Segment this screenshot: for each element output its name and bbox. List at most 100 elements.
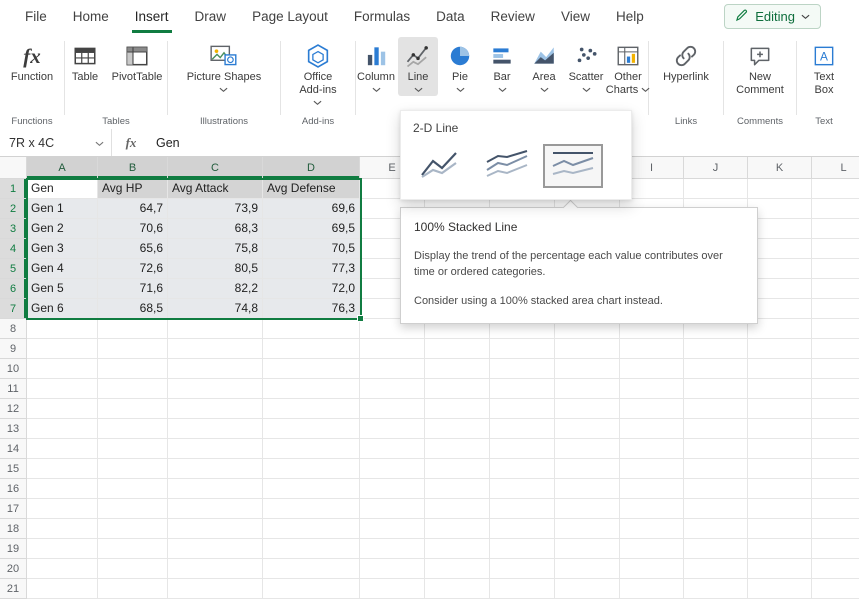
cell-D12[interactable] xyxy=(263,399,360,419)
cell-A11[interactable] xyxy=(27,379,98,399)
row-header-6[interactable]: 6 xyxy=(0,279,27,299)
cell-I15[interactable] xyxy=(620,459,684,479)
pivottable-button[interactable]: PivotTable xyxy=(107,37,167,86)
cell-G17[interactable] xyxy=(490,499,555,519)
cell-F20[interactable] xyxy=(425,559,490,579)
cell-I18[interactable] xyxy=(620,519,684,539)
tab-data[interactable]: Data xyxy=(423,0,478,33)
cell-B10[interactable] xyxy=(98,359,168,379)
cell-I9[interactable] xyxy=(620,339,684,359)
cell-D6[interactable]: 72,0 xyxy=(263,279,360,299)
cell-B15[interactable] xyxy=(98,459,168,479)
row-header-15[interactable]: 15 xyxy=(0,459,27,479)
cell-D11[interactable] xyxy=(263,379,360,399)
cell-I13[interactable] xyxy=(620,419,684,439)
cell-G19[interactable] xyxy=(490,539,555,559)
cell-D8[interactable] xyxy=(263,319,360,339)
cell-K19[interactable] xyxy=(748,539,812,559)
cell-A21[interactable] xyxy=(27,579,98,599)
cell-D4[interactable]: 70,5 xyxy=(263,239,360,259)
cell-L20[interactable] xyxy=(812,559,859,579)
cell-A18[interactable] xyxy=(27,519,98,539)
cell-F13[interactable] xyxy=(425,419,490,439)
row-header-2[interactable]: 2 xyxy=(0,199,27,219)
row-header-9[interactable]: 9 xyxy=(0,339,27,359)
cell-D1[interactable]: Avg Defense xyxy=(263,179,360,199)
cell-E15[interactable] xyxy=(360,459,425,479)
cell-D21[interactable] xyxy=(263,579,360,599)
tab-home[interactable]: Home xyxy=(60,0,122,33)
cell-J14[interactable] xyxy=(684,439,748,459)
cell-H12[interactable] xyxy=(555,399,620,419)
cell-G15[interactable] xyxy=(490,459,555,479)
row-header-7[interactable]: 7 xyxy=(0,299,27,319)
cell-J9[interactable] xyxy=(684,339,748,359)
cell-K14[interactable] xyxy=(748,439,812,459)
row-header-20[interactable]: 20 xyxy=(0,559,27,579)
function-button[interactable]: fxFunction xyxy=(6,37,58,86)
col-header-K[interactable]: K xyxy=(748,157,812,179)
cell-D17[interactable] xyxy=(263,499,360,519)
cell-F9[interactable] xyxy=(425,339,490,359)
cell-B1[interactable]: Avg HP xyxy=(98,179,168,199)
cell-C21[interactable] xyxy=(168,579,263,599)
col-header-A[interactable]: A xyxy=(27,157,98,179)
cell-E9[interactable] xyxy=(360,339,425,359)
cell-K15[interactable] xyxy=(748,459,812,479)
col-header-L[interactable]: L xyxy=(812,157,859,179)
cell-H10[interactable] xyxy=(555,359,620,379)
cell-D10[interactable] xyxy=(263,359,360,379)
cell-D20[interactable] xyxy=(263,559,360,579)
cell-E20[interactable] xyxy=(360,559,425,579)
cell-H16[interactable] xyxy=(555,479,620,499)
cell-J18[interactable] xyxy=(684,519,748,539)
cell-A14[interactable] xyxy=(27,439,98,459)
cell-K1[interactable] xyxy=(748,179,812,199)
cell-A19[interactable] xyxy=(27,539,98,559)
cell-K20[interactable] xyxy=(748,559,812,579)
bar-chart-button[interactable]: Bar xyxy=(482,37,522,96)
cell-J19[interactable] xyxy=(684,539,748,559)
cell-G13[interactable] xyxy=(490,419,555,439)
cell-I21[interactable] xyxy=(620,579,684,599)
tab-review[interactable]: Review xyxy=(478,0,548,33)
row-header-3[interactable]: 3 xyxy=(0,219,27,239)
cell-A2[interactable]: Gen 1 xyxy=(27,199,98,219)
cell-A16[interactable] xyxy=(27,479,98,499)
col-header-D[interactable]: D xyxy=(263,157,360,179)
cell-B21[interactable] xyxy=(98,579,168,599)
cell-G10[interactable] xyxy=(490,359,555,379)
cell-H15[interactable] xyxy=(555,459,620,479)
cell-L15[interactable] xyxy=(812,459,859,479)
cell-C8[interactable] xyxy=(168,319,263,339)
cell-C15[interactable] xyxy=(168,459,263,479)
cell-C18[interactable] xyxy=(168,519,263,539)
cell-K13[interactable] xyxy=(748,419,812,439)
cell-B18[interactable] xyxy=(98,519,168,539)
cell-D15[interactable] xyxy=(263,459,360,479)
cell-K16[interactable] xyxy=(748,479,812,499)
office-add-ins-button[interactable]: OfficeAdd-ins xyxy=(294,37,341,109)
cell-C10[interactable] xyxy=(168,359,263,379)
fx-icon[interactable]: fx xyxy=(112,135,150,151)
col-header-C[interactable]: C xyxy=(168,157,263,179)
cell-E17[interactable] xyxy=(360,499,425,519)
cell-C12[interactable] xyxy=(168,399,263,419)
cell-H20[interactable] xyxy=(555,559,620,579)
select-all-corner[interactable] xyxy=(0,157,27,179)
cell-C3[interactable]: 68,3 xyxy=(168,219,263,239)
cell-G11[interactable] xyxy=(490,379,555,399)
cell-L2[interactable] xyxy=(812,199,859,219)
cell-C6[interactable]: 82,2 xyxy=(168,279,263,299)
area-chart-button[interactable]: Area xyxy=(524,37,564,96)
cell-H14[interactable] xyxy=(555,439,620,459)
cell-F21[interactable] xyxy=(425,579,490,599)
cell-F11[interactable] xyxy=(425,379,490,399)
row-header-5[interactable]: 5 xyxy=(0,259,27,279)
hyperlink-button[interactable]: Hyperlink xyxy=(658,37,714,86)
row-header-8[interactable]: 8 xyxy=(0,319,27,339)
cell-B11[interactable] xyxy=(98,379,168,399)
selection-fill-handle[interactable] xyxy=(357,315,364,322)
cell-C20[interactable] xyxy=(168,559,263,579)
cell-G12[interactable] xyxy=(490,399,555,419)
